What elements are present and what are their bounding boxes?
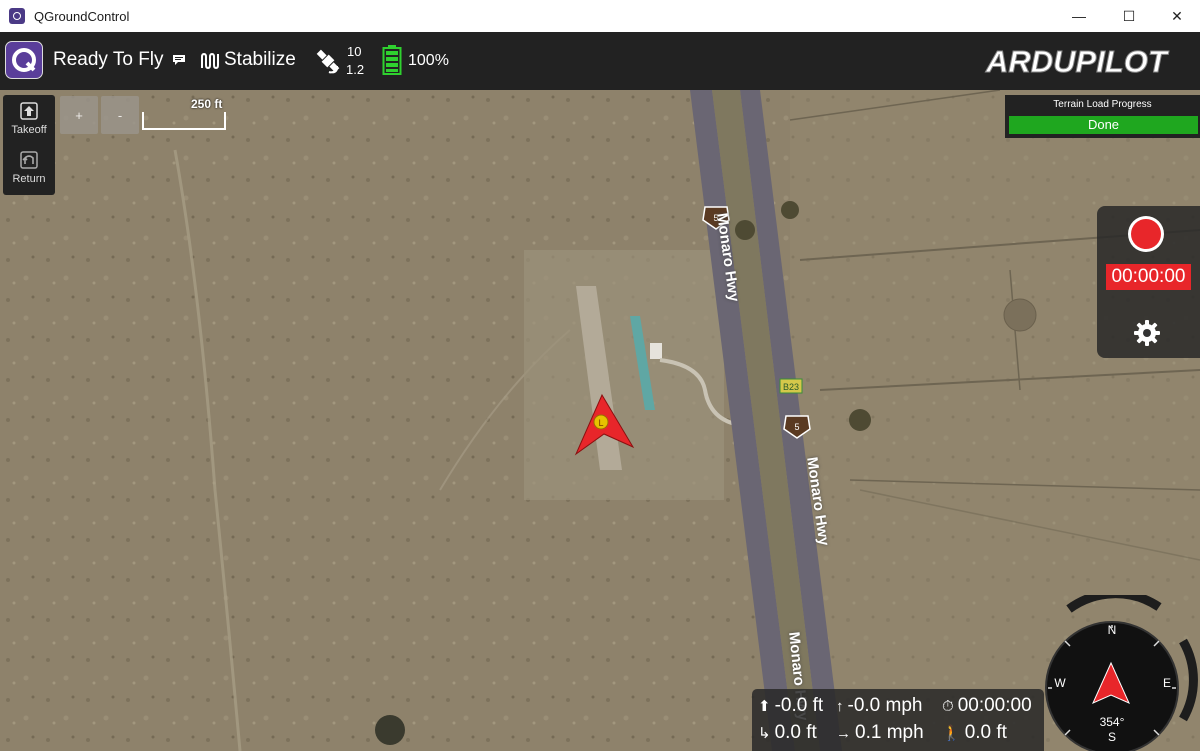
fly-tools-panel: Takeoff Return <box>3 95 55 195</box>
compass-heading: 354° <box>1100 715 1125 729</box>
route-marker-label: B23 <box>783 382 799 392</box>
distance-home-value: 🚶 0.0 ft <box>942 722 1007 744</box>
flight-mode[interactable]: Stabilize <box>224 49 296 71</box>
compass-west: W <box>1054 676 1066 690</box>
map-view[interactable]: 5 5 B23 L <box>0 90 1200 751</box>
distance-home-text: 0.0 ft <box>964 722 1007 743</box>
ardupilot-logo-text: ARDUPILOT <box>985 44 1170 79</box>
qgc-logo-button[interactable] <box>5 41 43 79</box>
takeoff-label: Takeoff <box>11 124 47 136</box>
return-button[interactable]: Return <box>3 150 55 185</box>
ground-speed-icon: → <box>836 725 851 742</box>
walking-person-icon: 🚶 <box>942 725 961 742</box>
window-titlebar: QGroundControl <box>0 0 1200 32</box>
map-scale-label: 250 ft <box>191 97 223 111</box>
window-title: QGroundControl <box>34 8 130 24</box>
distance-icon: ↳ <box>758 725 771 742</box>
recording-timer: 00:00:00 <box>1106 264 1191 290</box>
map-scale-bar <box>142 112 226 130</box>
return-label: Return <box>12 173 46 185</box>
gear-icon[interactable] <box>1133 319 1161 347</box>
vertical-speed-text: -0.0 mph <box>847 695 923 716</box>
roll-arc-right <box>1179 638 1198 722</box>
takeoff-button[interactable]: Takeoff <box>3 101 55 136</box>
satellite-icon[interactable] <box>313 46 343 76</box>
minimize-button[interactable]: — <box>1054 0 1104 32</box>
satellite-count: 10 <box>347 44 362 59</box>
main-toolbar: Ready To Fly Stabilize 10 1.2 100% ARDUP… <box>0 32 1200 90</box>
ardupilot-logo: ARDUPILOT <box>985 44 1171 80</box>
route-shield-label: 5 <box>794 422 799 432</box>
flight-time-text: 00:00:00 <box>957 695 1032 716</box>
telemetry-panel[interactable]: ⬆ -0.0 ft ↑ -0.0 mph ⏱ 00:00:00 ↳ 0.0 ft → 0.… <box>752 689 1044 751</box>
maximize-button[interactable]: ☐ <box>1104 0 1154 32</box>
altitude-value: ⬆ -0.0 ft <box>758 695 823 717</box>
terrain-progress-bar: Done <box>1009 116 1198 134</box>
flight-time-value: ⏱ 00:00:00 <box>942 695 1032 717</box>
zoom-out-button[interactable]: - <box>101 96 139 134</box>
compass-widget[interactable]: N E W S 354° <box>1041 595 1200 751</box>
terrain-progress-panel: Terrain Load Progress Done <box>1005 95 1200 138</box>
battery-percent: 100% <box>408 52 449 69</box>
compass-north: N <box>1108 623 1117 637</box>
pitch-arc-top <box>1066 595 1162 613</box>
vehicle-marker-label: L <box>598 418 603 428</box>
record-button[interactable] <box>1128 216 1164 252</box>
vertical-speed-icon: ↑ <box>836 698 844 715</box>
battery-icon[interactable] <box>382 45 402 75</box>
app-icon <box>9 8 25 24</box>
return-icon <box>20 151 38 169</box>
compass-south: S <box>1108 730 1116 744</box>
terrain-progress-label: Terrain Load Progress <box>1053 99 1152 110</box>
gps-hdop: 1.2 <box>346 62 365 77</box>
video-control-panel: 00:00:00 <box>1097 206 1200 358</box>
ground-speed-text: 0.1 mph <box>855 722 924 743</box>
altitude-text: -0.0 ft <box>774 695 824 716</box>
takeoff-icon <box>20 102 38 120</box>
ground-speed-value: → 0.1 mph <box>836 722 924 744</box>
timer-icon: ⏱ <box>942 698 954 715</box>
flight-mode-icon[interactable] <box>200 52 220 70</box>
vehicle-status[interactable]: Ready To Fly <box>53 49 164 71</box>
distance-value: ↳ 0.0 ft <box>758 722 817 744</box>
compass-east: E <box>1163 676 1171 690</box>
vertical-speed-value: ↑ -0.0 mph <box>836 695 922 717</box>
close-button[interactable]: ✕ <box>1152 0 1200 32</box>
qgc-logo-icon <box>12 48 36 72</box>
messages-icon[interactable] <box>172 54 186 66</box>
altitude-icon: ⬆ <box>758 698 771 715</box>
distance-text: 0.0 ft <box>774 722 817 743</box>
zoom-in-button[interactable]: + <box>60 96 98 134</box>
